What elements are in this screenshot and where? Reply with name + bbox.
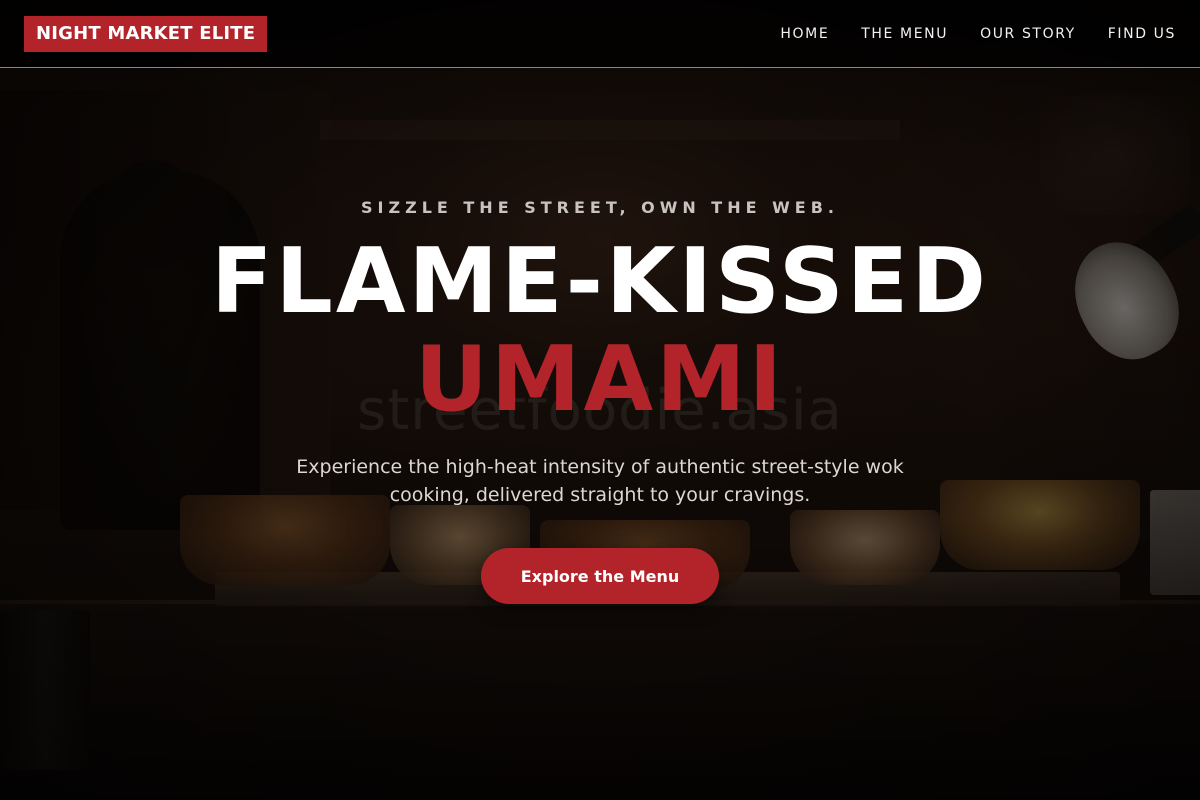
hero-section: SIZZLE THE STREET, OWN THE WEB. FLAME-KI… <box>0 0 1200 800</box>
hero-eyebrow: SIZZLE THE STREET, OWN THE WEB. <box>361 198 839 217</box>
hero-title-line1: FLAME-KISSED <box>211 229 989 334</box>
hero-subtitle: Experience the high-heat intensity of au… <box>296 456 904 506</box>
page: streetfoodie.asia NIGHT MARKET ELITE HOM… <box>0 0 1200 800</box>
hero-title-line2: UMAMI <box>414 327 786 432</box>
explore-menu-button[interactable]: Explore the Menu <box>481 548 719 604</box>
